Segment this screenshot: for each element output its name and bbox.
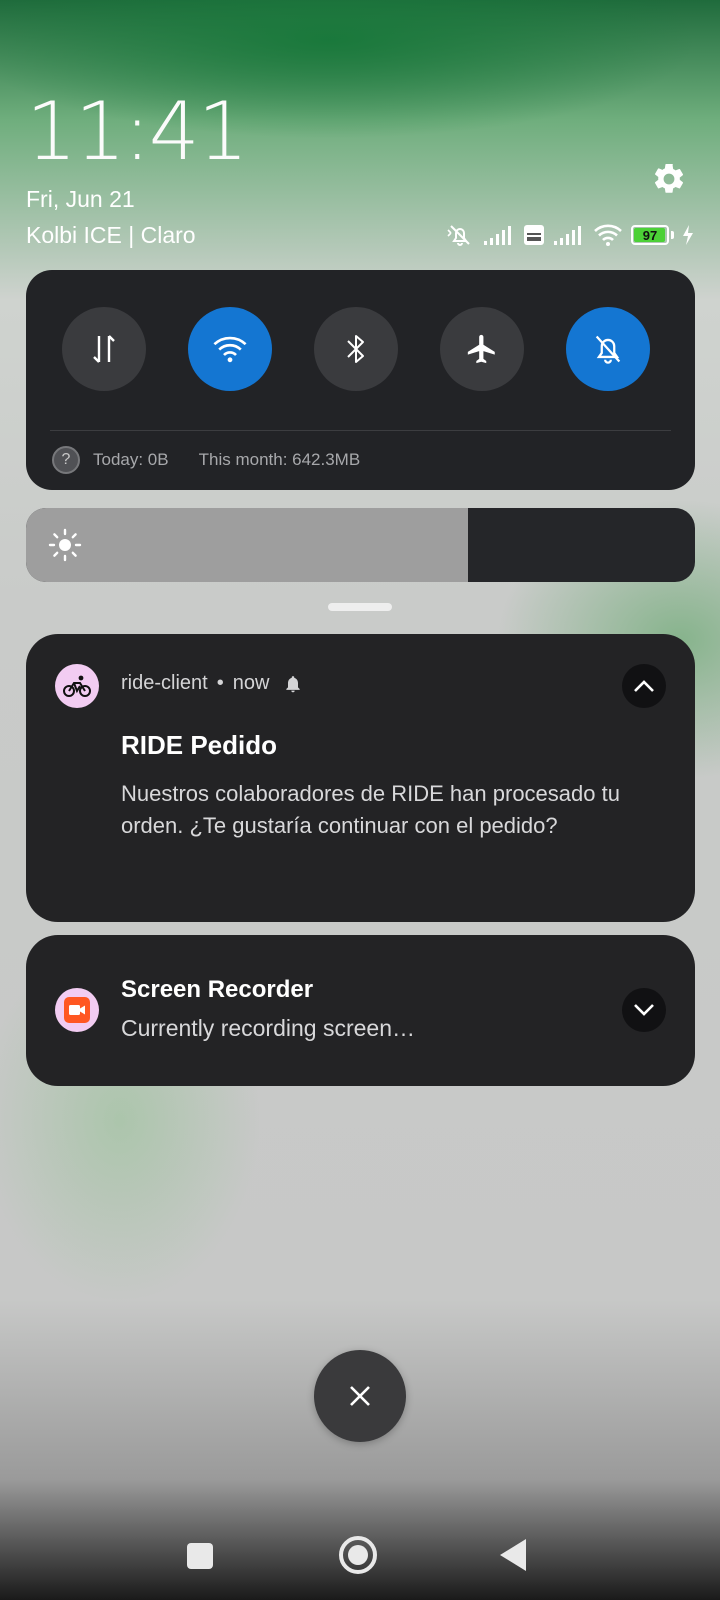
battery-icon: 97 — [631, 225, 674, 245]
brightness-slider[interactable] — [26, 508, 695, 582]
app-icon — [55, 988, 99, 1032]
airplane-mode-toggle[interactable] — [440, 307, 524, 391]
help-icon: ? — [52, 446, 80, 474]
drag-handle[interactable] — [328, 603, 392, 611]
date-label[interactable]: Fri, Jun 21 — [26, 186, 135, 213]
clear-all-button[interactable] — [314, 1350, 406, 1442]
wifi-icon — [213, 336, 247, 363]
mute-icon — [447, 225, 470, 246]
recents-icon[interactable] — [187, 1543, 213, 1569]
airplane-icon — [467, 334, 495, 364]
bicycle-icon — [63, 675, 91, 697]
wifi-toggle[interactable] — [188, 307, 272, 391]
silent-toggle[interactable] — [566, 307, 650, 391]
signal-icon — [554, 226, 581, 245]
navigation-bar — [0, 1520, 720, 1600]
collapse-button[interactable] — [622, 664, 666, 708]
bell-icon — [286, 675, 301, 692]
charging-icon — [683, 225, 693, 245]
bluetooth-icon — [347, 335, 364, 363]
notification-title: RIDE Pedido — [121, 730, 278, 760]
app-name: ride-client — [121, 672, 208, 694]
home-icon[interactable] — [339, 1536, 377, 1574]
expand-button[interactable] — [622, 988, 666, 1032]
notification-body: Currently recording screen… — [121, 1015, 416, 1041]
notification-screen-recorder[interactable]: Screen Recorder Currently recording scre… — [26, 935, 695, 1086]
data-month: This month: 642.3MB — [198, 450, 361, 469]
quick-settings-panel: ? Today: 0B This month: 642.3MB — [26, 270, 695, 490]
clock[interactable]: 11:41 — [26, 92, 249, 172]
chevron-up-icon — [634, 680, 654, 692]
video-camera-icon — [64, 997, 90, 1023]
brightness-level — [26, 508, 468, 582]
data-today: Today: 0B — [93, 450, 169, 469]
notification-header: ride-client • now — [121, 672, 303, 695]
notification-time: now — [232, 672, 270, 694]
notification-body: Nuestros colaboradores de RIDE han proce… — [121, 781, 620, 838]
signal-icon — [484, 226, 511, 245]
divider — [50, 430, 671, 431]
volte-icon — [524, 225, 544, 245]
app-icon — [55, 664, 99, 708]
back-icon[interactable] — [500, 1539, 526, 1571]
chevron-down-icon — [634, 1004, 654, 1016]
bell-off-icon — [595, 335, 621, 364]
separator-dot: • — [216, 672, 224, 694]
data-arrows-icon — [93, 335, 115, 363]
data-usage[interactable]: ? Today: 0B This month: 642.3MB — [52, 445, 360, 475]
carrier-label: Kolbi ICE | Claro — [26, 222, 196, 248]
notification-title: Screen Recorder — [121, 976, 314, 1003]
close-icon — [350, 1386, 370, 1406]
bluetooth-toggle[interactable] — [314, 307, 398, 391]
notification-ride[interactable]: ride-client • now RIDE Pedido Nuestros c… — [26, 634, 695, 922]
gear-icon[interactable] — [651, 161, 687, 197]
status-bar: 97 — [445, 222, 694, 248]
wifi-icon — [594, 224, 622, 246]
sun-icon — [48, 528, 82, 562]
mobile-data-toggle[interactable] — [62, 307, 146, 391]
battery-level: 97 — [642, 227, 658, 243]
